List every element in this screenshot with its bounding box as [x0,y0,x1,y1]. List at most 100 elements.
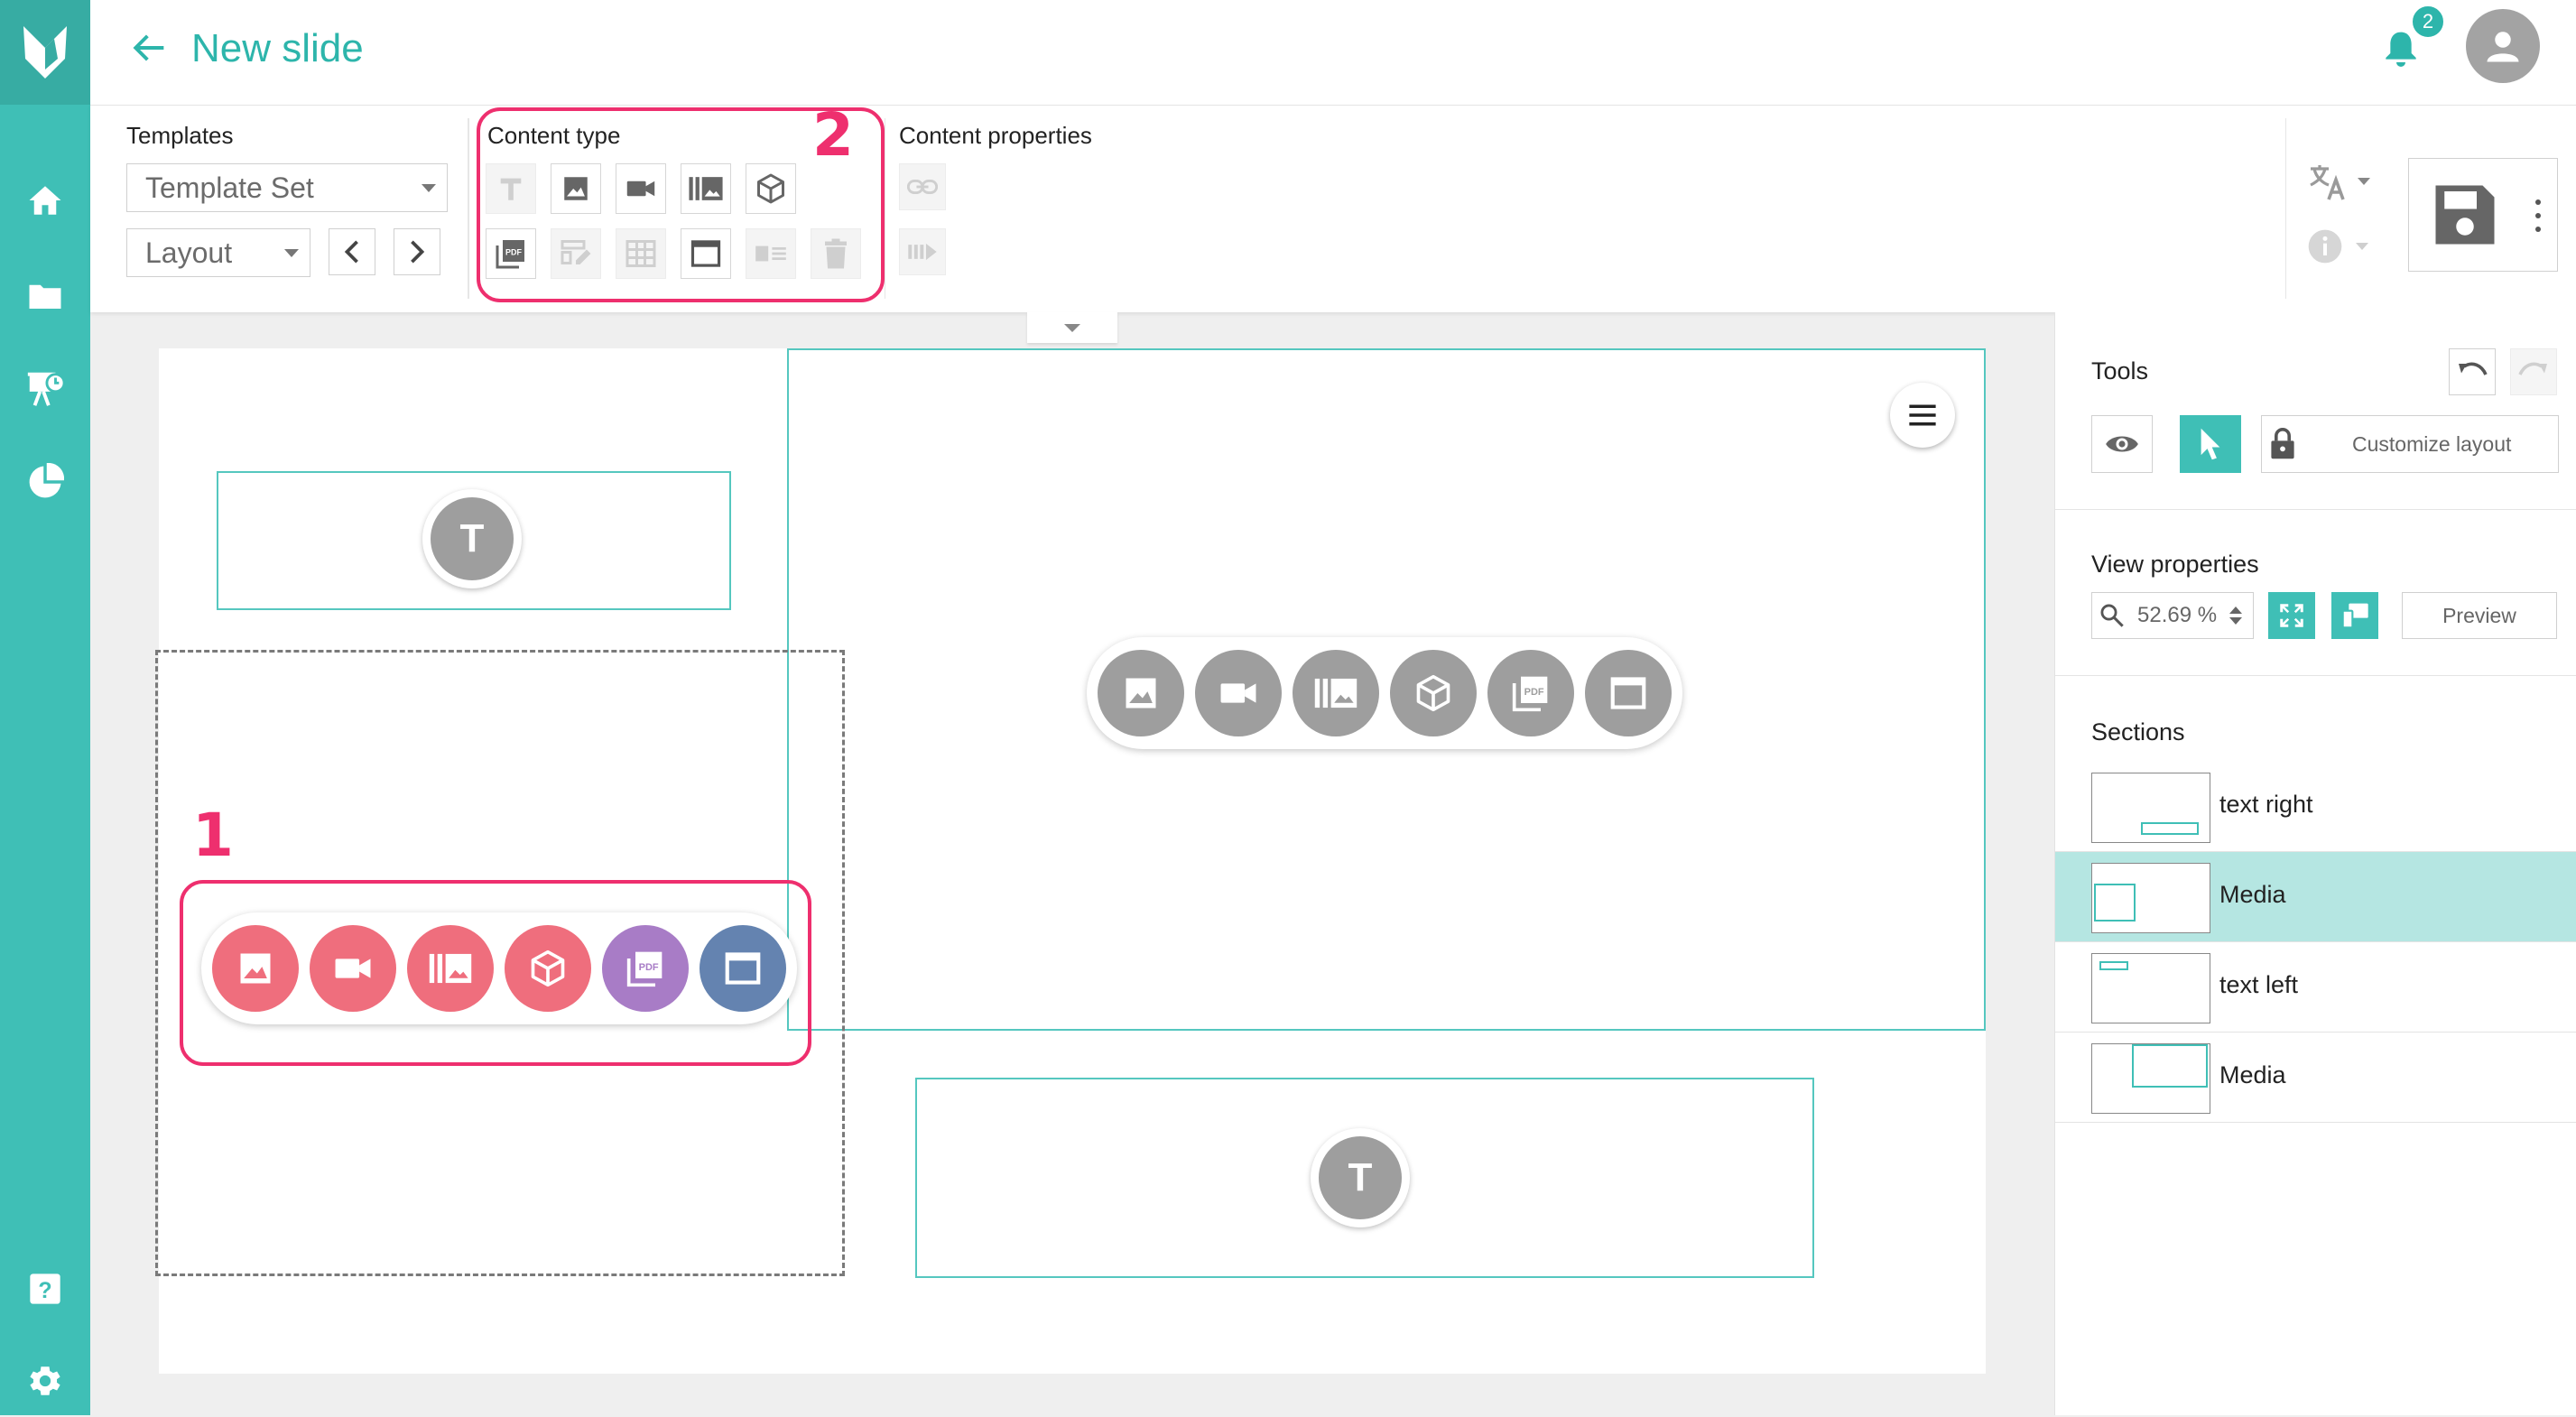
preview-button[interactable]: Preview [2402,592,2557,639]
delete-content-button[interactable] [811,228,861,279]
visibility-toggle[interactable] [2091,415,2153,473]
preview-label: Preview [2442,603,2516,627]
chevron-down-icon [422,184,436,192]
text-placeholder-button[interactable]: T [422,489,522,588]
section-item[interactable]: text left [2055,942,2576,1033]
content-card-button[interactable] [746,228,796,279]
nav-folder-icon[interactable] [0,260,90,332]
image-icon[interactable] [1098,650,1184,736]
video-icon[interactable] [1195,650,1282,736]
cube-icon[interactable] [1390,650,1477,736]
text-section-bottom[interactable]: T [915,1078,1814,1278]
template-set-value: Template Set [145,171,314,204]
app-logo[interactable] [0,0,90,105]
nav-analytics-icon[interactable] [0,446,90,518]
chevron-down-icon [2358,178,2370,185]
notification-badge: 2 [2410,4,2446,40]
chevron-down-icon [2356,243,2368,250]
info-icon [2308,229,2342,264]
more-options-icon[interactable] [2529,199,2547,232]
nav-home-icon[interactable] [0,164,90,236]
text-placeholder-label: T [431,497,514,580]
animation-button[interactable] [899,228,946,275]
section-thumbnail [2091,773,2210,843]
text-placeholder-button[interactable]: T [1311,1128,1410,1227]
translate-icon [2310,165,2345,200]
translate-dropdown[interactable] [2307,158,2397,205]
layout-next-button[interactable] [394,228,440,275]
properties-panel: Tools Customize layout View properties 5… [2054,312,2576,1415]
sections-label: Sections [2091,718,2185,746]
user-avatar[interactable] [2466,9,2540,83]
section-label: text left [2219,971,2299,998]
section-thumbnail [2091,863,2210,933]
annotation-number-2: 2 [812,100,854,170]
image-icon[interactable] [212,925,299,1012]
media-section-large[interactable]: PDF [787,348,1986,1031]
layout-dropdown[interactable]: Layout [126,228,310,277]
section-item-active[interactable]: Media [2055,852,2576,942]
device-preview-button[interactable] [2331,592,2378,639]
media-type-picker-neutral: PDF [1087,637,1682,749]
customize-layout-label: Customize layout [2352,431,2512,456]
content-frame-button[interactable] [681,228,731,279]
svg-text:PDF: PDF [639,962,659,973]
pdf-icon[interactable]: PDF [602,925,689,1012]
cube-icon[interactable] [505,925,591,1012]
zoom-stepper-icon[interactable] [2229,607,2243,625]
content-form-button[interactable] [551,228,601,279]
fit-to-screen-button[interactable] [2268,592,2315,639]
undo-button[interactable] [2449,348,2496,395]
pdf-icon[interactable]: PDF [1487,650,1574,736]
video-icon[interactable] [310,925,396,1012]
lock-icon [2271,428,2294,459]
gallery-icon [689,177,723,200]
content-gallery-button[interactable] [681,163,731,214]
link-button[interactable] [899,163,946,210]
view-properties-label: View properties [2091,551,2259,578]
info-dropdown[interactable] [2307,223,2397,270]
layout-prev-button[interactable] [329,228,375,275]
sidebar: ? [0,0,90,1415]
media-section-selected[interactable]: 1 PDF [155,650,845,1276]
card-icon [755,245,786,262]
content-video-button[interactable] [616,163,666,214]
window-icon[interactable] [700,925,786,1012]
content-3d-model-button[interactable] [746,163,796,214]
content-pdf-button[interactable]: PDF [486,228,536,279]
content-text-button[interactable] [486,163,536,214]
chevron-down-icon [284,249,299,257]
chevron-right-icon [411,240,425,264]
save-floppy-icon [2435,185,2495,245]
template-set-dropdown[interactable]: Template Set [126,163,448,212]
select-tool-button[interactable] [2180,415,2241,473]
divider [468,118,469,299]
annotation-number-1: 1 [192,801,234,870]
redo-button[interactable] [2510,348,2557,395]
zoom-input[interactable]: 52.69 % [2091,592,2254,639]
window-icon[interactable] [1585,650,1672,736]
animation-icon [908,243,937,261]
content-properties-label: Content properties [899,122,1092,149]
video-icon [626,181,655,197]
customize-layout-button[interactable]: Customize layout [2261,415,2559,473]
trash-icon [825,238,847,269]
back-arrow-icon[interactable] [126,25,171,70]
text-section-top[interactable]: T [217,471,731,610]
collapse-toolbar-button[interactable] [1027,312,1117,343]
gallery-icon[interactable] [407,925,494,1012]
gallery-icon[interactable] [1293,650,1379,736]
section-item[interactable]: Media [2055,1033,2576,1123]
text-icon [500,178,522,200]
menu-hamburger-icon[interactable] [1890,383,1955,448]
content-table-button[interactable] [616,228,666,279]
nav-presentation-icon[interactable] [0,352,90,424]
toolbar: Templates Template Set Layout Content ty… [90,100,2576,312]
section-thumbnail [2091,953,2210,1023]
fullscreen-icon [2280,604,2303,627]
settings-gear-icon[interactable] [0,1345,90,1417]
help-icon[interactable]: ? [0,1253,90,1325]
templates-label: Templates [126,122,234,149]
section-item[interactable]: text right [2055,762,2576,852]
content-image-button[interactable] [551,163,601,214]
